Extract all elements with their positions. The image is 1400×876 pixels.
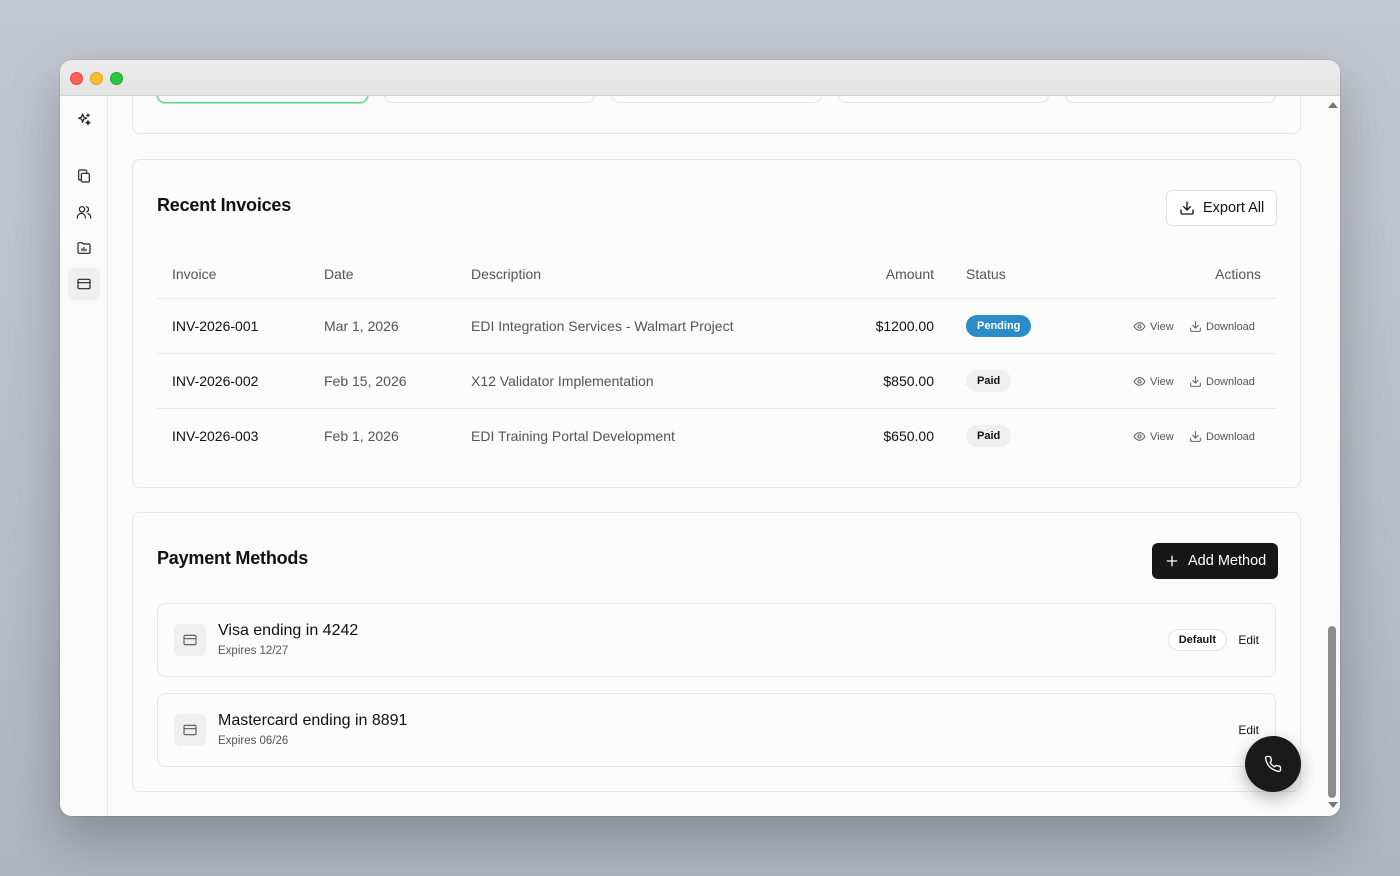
stat-tile[interactable] bbox=[1065, 96, 1276, 103]
scroll-down-arrow-icon[interactable] bbox=[1328, 802, 1338, 808]
download-button[interactable]: Download bbox=[1189, 430, 1255, 443]
payment-method-name: Visa ending in 4242 bbox=[218, 622, 359, 639]
default-badge: Default bbox=[1167, 629, 1227, 651]
view-label: View bbox=[1150, 320, 1174, 333]
payment-method-item: Mastercard ending in 8891 Expires 06/26 … bbox=[157, 693, 1276, 767]
invoice-amount: $1200.00 bbox=[875, 318, 934, 334]
column-header-invoice: Invoice bbox=[172, 266, 217, 282]
payment-method-name: Mastercard ending in 8891 bbox=[218, 712, 408, 729]
folder-chart-icon bbox=[77, 242, 91, 254]
invoice-description: EDI Integration Services - Walmart Proje… bbox=[471, 318, 734, 334]
invoice-description: X12 Validator Implementation bbox=[471, 373, 654, 389]
scrollbar[interactable] bbox=[1324, 96, 1340, 816]
sidebar-item-reports[interactable] bbox=[68, 232, 100, 264]
column-header-status: Status bbox=[966, 266, 1006, 282]
divider bbox=[157, 408, 1276, 409]
download-button[interactable]: Download bbox=[1189, 375, 1255, 388]
eye-icon bbox=[1133, 432, 1146, 441]
download-icon bbox=[1180, 201, 1194, 215]
minimize-window-button[interactable] bbox=[90, 72, 103, 85]
invoice-id: INV-2026-003 bbox=[172, 428, 259, 444]
plus-icon bbox=[1166, 555, 1178, 567]
stat-tile[interactable] bbox=[157, 96, 368, 103]
status-badge: Pending bbox=[966, 315, 1032, 337]
download-icon bbox=[1190, 321, 1201, 332]
eye-icon bbox=[1133, 322, 1146, 331]
sidebar-item-billing[interactable] bbox=[68, 268, 100, 300]
invoice-date: Feb 1, 2026 bbox=[324, 428, 399, 444]
invoice-amount: $850.00 bbox=[883, 373, 934, 389]
download-label: Download bbox=[1206, 375, 1255, 388]
invoice-description: EDI Training Portal Development bbox=[471, 428, 675, 444]
copy-icon bbox=[78, 169, 90, 183]
sidebar bbox=[60, 96, 108, 816]
credit-card-icon bbox=[77, 278, 91, 290]
app-window: Recent Invoices Export All Invoice Date … bbox=[60, 60, 1340, 816]
edit-button[interactable]: Edit bbox=[1238, 633, 1259, 647]
invoice-date: Mar 1, 2026 bbox=[324, 318, 399, 334]
view-button[interactable]: View bbox=[1133, 430, 1174, 443]
export-all-label: Export All bbox=[1203, 200, 1265, 216]
view-label: View bbox=[1150, 375, 1174, 388]
divider bbox=[157, 298, 1276, 299]
eye-icon bbox=[1133, 377, 1146, 386]
payment-method-expiry: Expires 12/27 bbox=[218, 645, 289, 657]
stat-tile[interactable] bbox=[611, 96, 822, 103]
download-label: Download bbox=[1206, 430, 1255, 443]
column-header-description: Description bbox=[471, 266, 542, 282]
divider bbox=[157, 353, 1276, 354]
invoice-id: INV-2026-002 bbox=[172, 373, 259, 389]
download-icon bbox=[1190, 376, 1201, 387]
invoice-amount: $650.00 bbox=[883, 428, 934, 444]
view-button[interactable]: View bbox=[1133, 375, 1174, 388]
title-bar bbox=[60, 60, 1340, 96]
view-label: View bbox=[1150, 430, 1174, 443]
invoice-id: INV-2026-001 bbox=[172, 318, 259, 334]
download-button[interactable]: Download bbox=[1189, 320, 1255, 333]
payment-methods-card: Payment Methods Add Method Visa ending i… bbox=[132, 512, 1301, 792]
phone-icon bbox=[1264, 755, 1282, 773]
main-content: Recent Invoices Export All Invoice Date … bbox=[108, 96, 1324, 816]
recent-invoices-card: Recent Invoices Export All Invoice Date … bbox=[132, 159, 1301, 488]
scroll-thumb[interactable] bbox=[1328, 626, 1336, 798]
payment-methods-title: Payment Methods bbox=[157, 548, 309, 568]
payment-method-item: Visa ending in 4242 Expires 12/27 Defaul… bbox=[157, 603, 1276, 677]
users-icon bbox=[76, 206, 92, 219]
download-label: Download bbox=[1206, 320, 1255, 333]
credit-card-icon bbox=[174, 714, 206, 746]
stats-card bbox=[132, 96, 1301, 134]
export-all-button[interactable]: Export All bbox=[1166, 190, 1278, 226]
edit-button[interactable]: Edit bbox=[1238, 723, 1259, 737]
sparkles-icon bbox=[78, 113, 91, 126]
stat-tile[interactable] bbox=[384, 96, 595, 103]
add-method-label: Add Method bbox=[1188, 553, 1267, 569]
column-header-date: Date bbox=[324, 266, 354, 282]
scroll-up-arrow-icon[interactable] bbox=[1328, 102, 1338, 108]
stat-tile[interactable] bbox=[838, 96, 1049, 103]
sidebar-item-users[interactable] bbox=[68, 196, 100, 228]
credit-card-icon bbox=[174, 624, 206, 656]
view-button[interactable]: View bbox=[1133, 320, 1174, 333]
add-method-button[interactable]: Add Method bbox=[1152, 543, 1279, 579]
column-header-amount: Amount bbox=[885, 266, 934, 282]
download-icon bbox=[1190, 431, 1201, 442]
call-button[interactable] bbox=[1245, 736, 1301, 792]
recent-invoices-title: Recent Invoices bbox=[157, 195, 292, 215]
status-badge: Paid bbox=[966, 370, 1012, 392]
payment-method-expiry: Expires 06/26 bbox=[218, 735, 289, 747]
status-badge: Paid bbox=[966, 425, 1012, 447]
invoice-date: Feb 15, 2026 bbox=[324, 373, 407, 389]
sidebar-item-ai[interactable] bbox=[68, 104, 100, 136]
close-window-button[interactable] bbox=[70, 72, 83, 85]
maximize-window-button[interactable] bbox=[110, 72, 123, 85]
sidebar-item-documents[interactable] bbox=[68, 160, 100, 192]
column-header-actions: Actions bbox=[1215, 266, 1261, 282]
